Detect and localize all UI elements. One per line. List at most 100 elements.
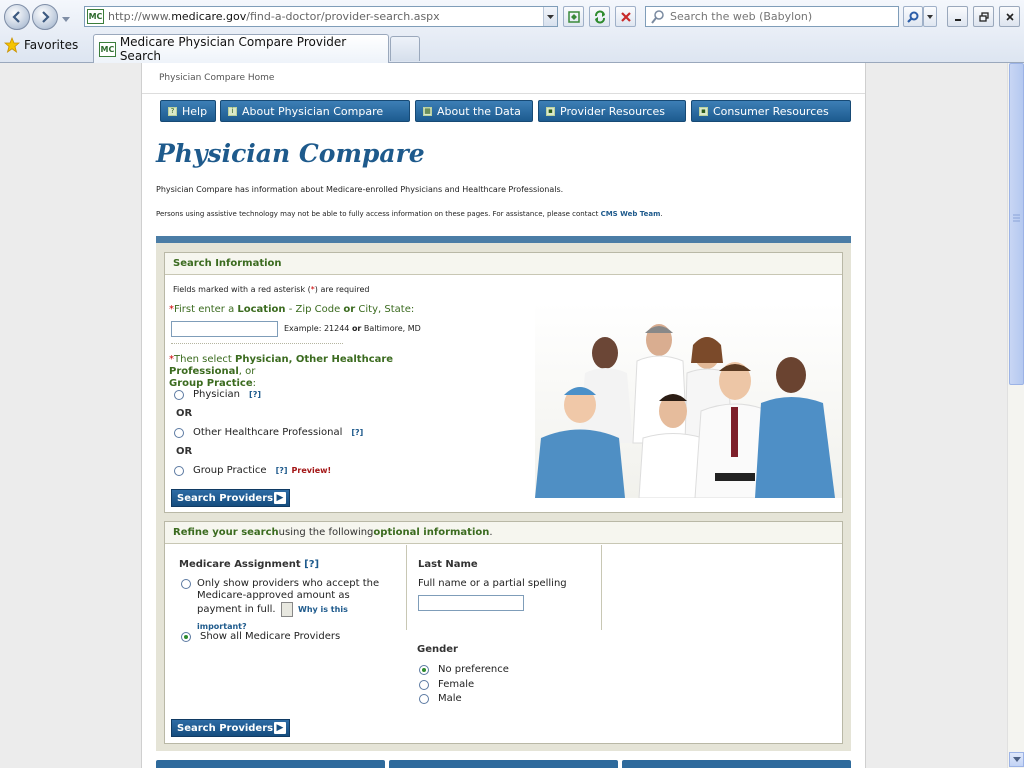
nav-about-physician-compare[interactable]: i About Physician Compare [220,100,410,122]
stop-button[interactable] [615,6,636,27]
or-separator: OR [176,446,193,457]
refine-search-heading: Refine your search using the following o… [165,522,842,544]
star-icon [4,37,20,53]
favorites-button[interactable]: Favorites [4,37,78,53]
group-practice-radio[interactable] [174,465,184,476]
physician-help-link[interactable]: [?] [249,390,261,399]
resources-icon: ▪ [699,106,708,116]
gender-female-radio[interactable] [419,679,429,690]
tab-favicon: MC [99,41,116,57]
nav-provider-resources[interactable]: ▪ Provider Resources [538,100,686,122]
browser-tab-active[interactable]: MC Medicare Physician Compare Provider S… [93,34,389,63]
search-icon [651,9,664,24]
option-physician[interactable]: Physician [?] [174,389,261,400]
option-group-practice[interactable]: Group Practice [?] Preview! [174,465,331,476]
nav-about-the-data[interactable]: ▦ About the Data [415,100,533,122]
accept-assignment-radio[interactable] [181,579,191,592]
refresh-icon [594,10,605,23]
nav-help[interactable]: ? Help [160,100,216,122]
scroll-down-button[interactable] [1009,752,1024,767]
or-separator: OR [176,408,193,419]
favorites-label: Favorites [24,38,79,52]
search-information-box: Search Information Fields marked with a … [164,252,843,513]
arrow-right-icon: ▶ [274,492,286,504]
gender-no-preference[interactable]: No preference [419,664,509,675]
back-button[interactable] [4,4,30,30]
forward-button[interactable] [32,4,58,30]
option-other-professional[interactable]: Other Healthcare Professional [?] [174,427,363,438]
chevron-down-icon [1012,757,1021,762]
search-panel: Search Information Fields marked with a … [156,236,851,751]
scrollbar-thumb[interactable] [1009,63,1024,385]
panel-top-bar [156,236,851,243]
gender-male-radio[interactable] [419,693,429,704]
recent-pages-dropdown[interactable] [62,12,70,25]
back-arrow-icon [12,11,20,23]
page-title: Physician Compare [156,139,425,168]
gender-female[interactable]: Female [419,679,474,690]
site-favicon: MC [87,9,104,24]
assignment-help-link[interactable]: [?] [304,559,319,570]
accept-assignment-label: Only show providers who accept the Medic… [197,578,380,631]
assistive-tech-note: Persons using assistive technology may n… [156,210,663,218]
location-label: *First enter a Location - Zip Code or Ci… [169,304,415,315]
bottom-tabs-strip [156,760,851,768]
web-search-input[interactable] [670,10,890,23]
vertical-scrollbar[interactable] [1007,63,1024,768]
web-search-box[interactable] [645,6,899,27]
bottom-tab[interactable] [622,760,851,768]
new-tab-button[interactable] [390,36,420,61]
close-window-button[interactable] [999,6,1020,27]
gender-no-preference-radio[interactable] [419,664,429,675]
intro-text: Physician Compare has information about … [156,185,564,194]
other-professional-radio[interactable] [174,427,184,438]
page-content: Physician Compare Home ? Help i About Phys… [141,63,866,768]
column-divider [601,545,602,630]
bottom-tab[interactable] [156,760,385,768]
provider-type-label: *Then select Physician, Other Healthcare… [169,354,394,389]
search-options-dropdown[interactable] [923,6,937,27]
gender-label: Gender [417,644,458,655]
minimize-button[interactable] [947,6,968,27]
search-providers-button-refine[interactable]: Search Providers ▶ [171,719,290,737]
grip-icon [1013,214,1020,222]
location-input[interactable] [171,321,278,337]
address-dropdown-button[interactable] [543,7,557,26]
preview-badge: Preview! [291,466,332,475]
restore-icon [978,11,989,22]
bottom-tab[interactable] [389,760,618,768]
compatibility-view-button[interactable] [563,6,584,27]
forward-arrow-icon [42,11,50,23]
other-professional-help-link[interactable]: [?] [351,428,363,437]
close-icon [1005,12,1014,21]
search-go-button[interactable] [903,6,923,27]
gender-male[interactable]: Male [419,693,462,704]
minimize-icon [954,18,961,21]
nav-consumer-resources[interactable]: ▪ Consumer Resources [691,100,851,122]
breadcrumb[interactable]: Physician Compare Home [159,73,274,83]
group-practice-help-link[interactable]: [?] [276,466,288,475]
show-all-providers-option[interactable]: Show all Medicare Providers [181,631,340,642]
medicare-assignment-label: Medicare Assignment [?] [179,559,320,570]
last-name-input[interactable] [418,595,524,611]
doctors-group-photo [535,303,842,498]
search-providers-button[interactable]: Search Providers ▶ [171,489,290,507]
show-all-providers-radio[interactable] [181,631,191,642]
physician-radio[interactable] [174,389,184,400]
info-doc-icon [280,601,293,617]
restore-button[interactable] [973,6,994,27]
url-text[interactable]: http://www.medicare.gov/find-a-doctor/pr… [108,10,543,23]
stop-x-icon [620,11,631,22]
help-icon: ? [168,106,177,116]
address-bar[interactable]: MC http://www.medicare.gov/find-a-doctor… [84,6,558,27]
refresh-button[interactable] [589,6,610,27]
last-name-label: Last Name [418,559,478,570]
column-divider [406,545,407,630]
compatibility-icon [567,10,580,23]
search-information-heading: Search Information [165,253,842,275]
cms-web-team-link[interactable]: CMS Web Team [601,210,661,218]
magnifier-icon [907,11,919,23]
data-icon: ▦ [423,106,432,116]
required-note: Fields marked with a red asterisk (*) ar… [173,285,370,294]
divider [142,93,865,94]
